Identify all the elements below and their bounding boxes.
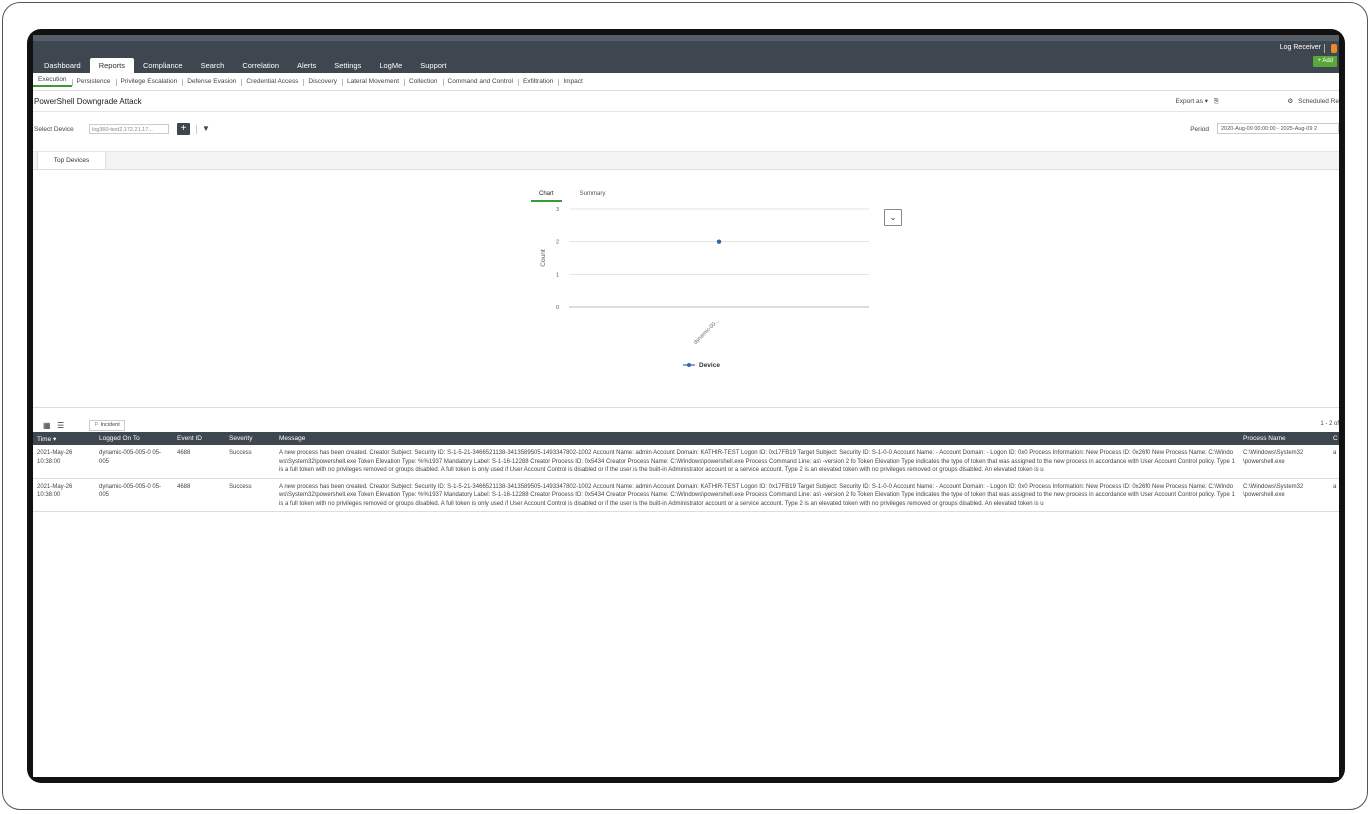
nav-logme[interactable]: LogMe: [370, 59, 411, 73]
cell-message: A new process has been created. Creator …: [275, 478, 1239, 512]
scheduled-label: Scheduled Re: [1298, 98, 1339, 105]
chart-area: Chart Summary ⌄ 0 1 2 3 Count dynamic-00... De…: [33, 169, 1339, 408]
column-extra[interactable]: C: [1329, 432, 1339, 445]
table-row[interactable]: 2021-May-26 10:38:00 dynamic-005-005-0 0…: [33, 445, 1339, 479]
period-field[interactable]: 2020-Aug-09 00:00:00 - 2025-Aug-09 2: [1217, 123, 1339, 134]
column-process-name[interactable]: Process Name: [1239, 432, 1329, 445]
export-label: Export as: [1175, 98, 1203, 105]
subtab-exfiltration[interactable]: Exfiltration: [517, 78, 558, 86]
nav-alerts[interactable]: Alerts: [288, 59, 325, 73]
cell-logged-on-to: dynamic-005-005-0 05-005: [95, 445, 173, 479]
cell-severity: Success: [225, 478, 275, 512]
legend-label: Device: [699, 362, 720, 369]
subtab-privilege-escalation[interactable]: Privilege Escalation: [115, 78, 183, 86]
log-receiver-link[interactable]: Log Receiver: [1280, 44, 1321, 51]
table-header: Time ▾ Logged On To Event ID Severity Me…: [33, 432, 1339, 445]
tab-summary[interactable]: Summary: [576, 191, 610, 202]
subtab-lateral-movement[interactable]: Lateral Movement: [341, 78, 404, 86]
subtab-command-and-control[interactable]: Command and Control: [442, 78, 518, 86]
cell-extra: a: [1329, 478, 1339, 512]
page-title: PowerShell Downgrade Attack: [34, 97, 142, 106]
incident-label: Incident: [100, 422, 120, 428]
nav-compliance[interactable]: Compliance: [134, 59, 192, 73]
table-view-icon[interactable]: ▦: [43, 421, 51, 430]
notification-icon[interactable]: [1331, 44, 1337, 53]
legend-marker: [687, 363, 691, 367]
select-device-label: Select Device: [34, 126, 74, 133]
cell-event-id: 4688: [173, 478, 225, 512]
column-time[interactable]: Time ▾: [33, 432, 95, 445]
cell-extra: a: [1329, 445, 1339, 479]
y-tick-label: 0: [556, 305, 559, 311]
add-button[interactable]: + Add: [1313, 56, 1337, 67]
tab-chart[interactable]: Chart: [531, 191, 562, 202]
scheduled-reports-link[interactable]: ⚙ Scheduled Re: [1287, 97, 1339, 105]
column-message[interactable]: Message: [275, 432, 1239, 445]
chart-tabs: Chart Summary: [531, 191, 623, 202]
events-table: Time ▾ Logged On To Event ID Severity Me…: [33, 432, 1339, 512]
cell-process-name: C:\Windows\System32 \powershell.exe: [1239, 478, 1329, 512]
column-logged-on-to[interactable]: Logged On To: [95, 432, 173, 445]
divider: [1324, 44, 1325, 53]
pagination-range: 1 - 2 of: [1320, 421, 1339, 427]
subtab-execution[interactable]: Execution: [33, 76, 72, 87]
cell-message: A new process has been created. Creator …: [275, 445, 1239, 479]
period-label: Period: [1190, 126, 1209, 133]
data-point: [716, 239, 722, 244]
y-tick-label: 2: [556, 240, 559, 246]
divider: [196, 125, 197, 134]
cell-time: 2021-May-26 10:38:00: [33, 478, 95, 512]
app-screen: Dashboard Reports Compliance Search Corr…: [33, 35, 1339, 777]
cell-process-name: C:\Windows\System32 \powershell.exe: [1239, 445, 1329, 479]
nav-dashboard[interactable]: Dashboard: [35, 59, 90, 73]
subtab-credential-access[interactable]: Credential Access: [241, 78, 303, 86]
subtab-discovery[interactable]: Discovery: [303, 78, 342, 86]
export-menu[interactable]: Export as ▾ ⎘: [1175, 97, 1219, 106]
column-severity[interactable]: Severity: [225, 432, 275, 445]
top-strip: [33, 35, 1339, 41]
list-view-icon[interactable]: ☰: [57, 421, 64, 430]
subtab-defense-evasion[interactable]: Defense Evasion: [182, 78, 241, 86]
tab-top-devices[interactable]: Top Devices: [37, 152, 106, 169]
divider: [33, 111, 1339, 112]
cell-time: 2021-May-26 10:38:00: [33, 445, 95, 479]
add-device-button[interactable]: +: [177, 123, 190, 135]
nav-settings[interactable]: Settings: [325, 59, 370, 73]
subtab-collection[interactable]: Collection: [404, 78, 443, 86]
y-tick-label: 1: [556, 272, 559, 278]
top-bar: Dashboard Reports Compliance Search Corr…: [33, 35, 1339, 73]
y-axis-label: Count: [540, 249, 547, 267]
column-time-label: Time: [37, 435, 52, 443]
sub-tabs: Execution Persistence Privilege Escalati…: [33, 73, 1339, 91]
cell-severity: Success: [225, 445, 275, 479]
nav-correlation[interactable]: Correlation: [233, 59, 288, 73]
incident-button[interactable]: ⚐ Incident: [89, 420, 125, 431]
grid-toolbar: ▦ ☰ ⚐ Incident 1 - 2 of: [33, 419, 1339, 431]
sort-desc-icon: ▾: [53, 435, 57, 443]
nav-reports[interactable]: Reports: [89, 58, 134, 73]
caret-down-icon: ▾: [1204, 98, 1208, 105]
cell-event-id: 4688: [173, 445, 225, 479]
panel-tabs: Top Devices: [33, 151, 1339, 170]
subtab-persistence[interactable]: Persistence: [71, 78, 116, 86]
filter-icon[interactable]: ▼: [202, 124, 210, 133]
nav-search[interactable]: Search: [192, 59, 234, 73]
main-nav: Dashboard Reports Compliance Search Corr…: [35, 56, 456, 73]
device-chart: 0 1 2 3 Count dynamic-00... Device: [540, 207, 869, 369]
column-event-id[interactable]: Event ID: [173, 432, 225, 445]
y-tick-label: 3: [556, 207, 559, 213]
gear-icon: ⚙: [1287, 98, 1294, 105]
device-input[interactable]: log360-test2,172.21.17...: [89, 124, 169, 134]
subtab-impact[interactable]: Impact: [558, 78, 588, 86]
table-row[interactable]: 2021-May-26 10:38:00 dynamic-005-005-0 0…: [33, 478, 1339, 512]
pdf-icon[interactable]: ⎘: [1214, 98, 1219, 105]
nav-support[interactable]: Support: [411, 59, 455, 73]
x-tick-label: dynamic-00...: [693, 318, 721, 346]
cell-logged-on-to: dynamic-005-005-0 05-005: [95, 478, 173, 512]
